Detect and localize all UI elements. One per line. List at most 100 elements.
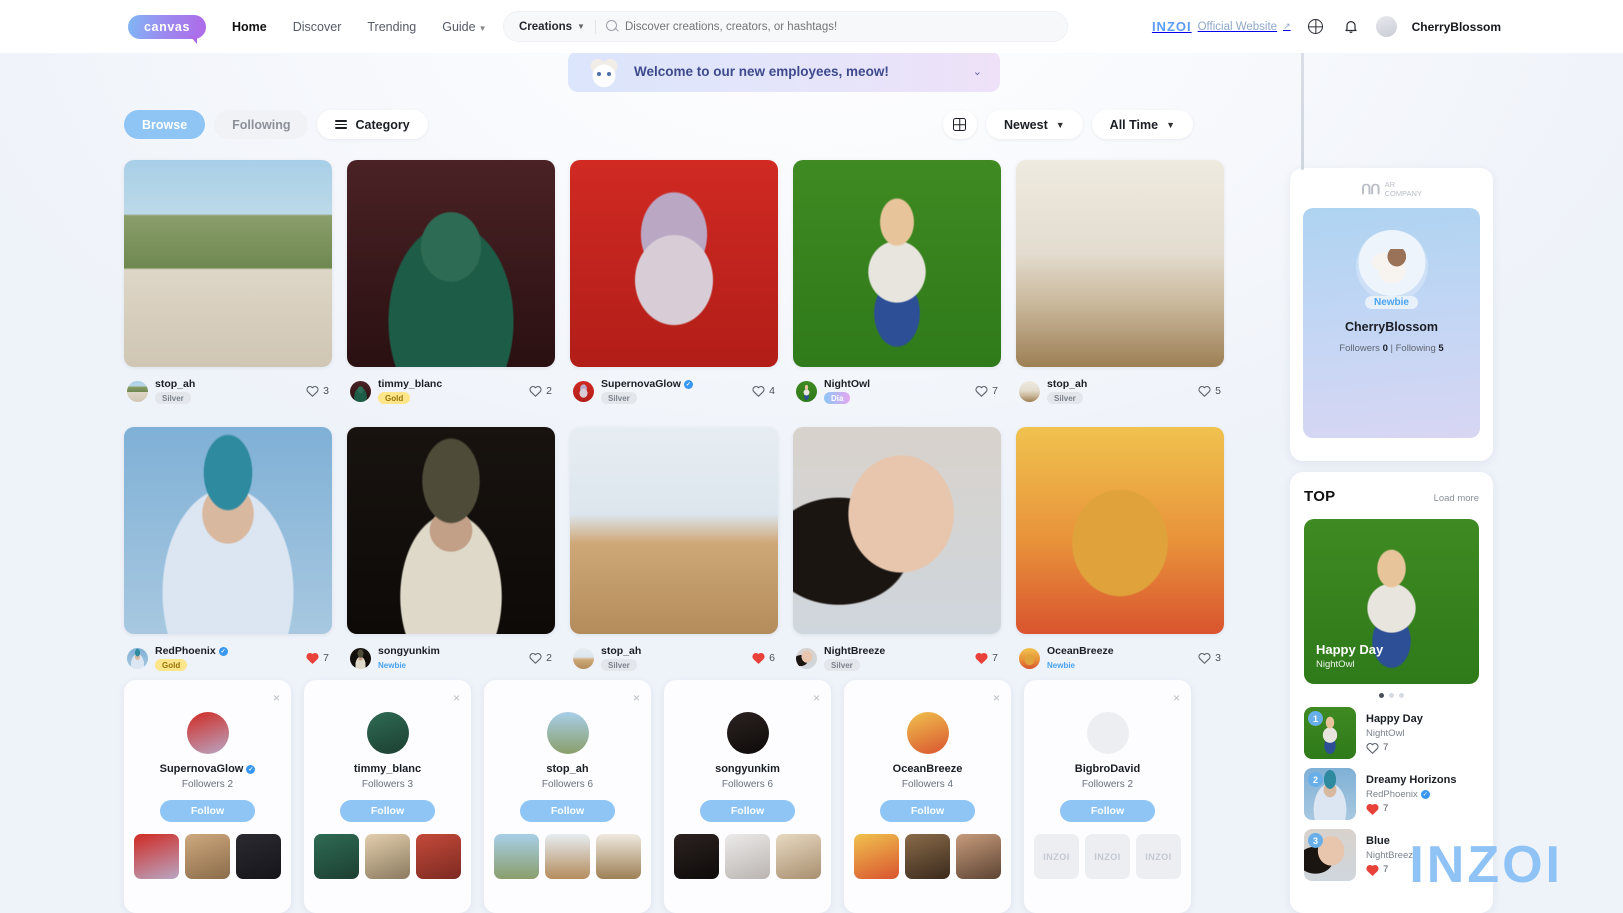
- nav-item-trending[interactable]: Trending: [367, 20, 416, 34]
- nav-item-discover[interactable]: Discover: [293, 20, 342, 34]
- ranking-like-counter[interactable]: 7: [1366, 803, 1456, 815]
- creator-mini-thumbnail[interactable]: [416, 834, 461, 879]
- canvas-logo[interactable]: canvas: [128, 14, 206, 44]
- creator-avatar[interactable]: [1019, 647, 1040, 669]
- creator-username[interactable]: SupernovaGlow ✓: [601, 378, 693, 390]
- suggested-creator-card[interactable]: × songyunkim Followers 6 Follow: [664, 680, 831, 913]
- search-scope-dropdown[interactable]: Creations ▼: [504, 21, 585, 33]
- creator-mini-thumbnail[interactable]: [725, 834, 770, 879]
- creator-username[interactable]: NightOwl: [824, 378, 870, 390]
- dismiss-suggestion-button[interactable]: ×: [1173, 691, 1180, 705]
- creator-mini-thumbnail[interactable]: [674, 834, 719, 879]
- creation-card[interactable]: songyunkim Newbie 2: [347, 427, 555, 673]
- creator-mini-thumbnail[interactable]: [365, 834, 410, 879]
- follow-button[interactable]: Follow: [880, 800, 975, 822]
- creator-mini-thumbnail[interactable]: [854, 834, 899, 879]
- creation-thumbnail[interactable]: [124, 427, 332, 634]
- creator-username[interactable]: NightBreeze: [824, 645, 885, 657]
- suggested-creator-avatar[interactable]: [546, 712, 589, 754]
- suggested-creator-avatar[interactable]: [186, 712, 229, 754]
- suggested-creator-avatar[interactable]: [1086, 712, 1129, 754]
- like-counter[interactable]: 2: [529, 385, 552, 397]
- dismiss-suggestion-button[interactable]: ×: [633, 691, 640, 705]
- like-counter[interactable]: 2: [529, 652, 552, 664]
- follow-button[interactable]: Follow: [520, 800, 615, 822]
- tab-following[interactable]: Following: [214, 110, 309, 139]
- avatar[interactable]: [1375, 16, 1397, 37]
- dismiss-suggestion-button[interactable]: ×: [453, 691, 460, 705]
- tab-browse[interactable]: Browse: [124, 110, 206, 139]
- creator-mini-thumbnail[interactable]: [905, 834, 950, 879]
- ranking-thumbnail[interactable]: 1: [1304, 707, 1356, 759]
- creation-card[interactable]: stop_ah Silver 3: [124, 160, 332, 406]
- creator-username[interactable]: stop_ah: [155, 378, 195, 390]
- like-counter[interactable]: 3: [1198, 652, 1221, 664]
- creator-mini-thumbnail[interactable]: [494, 834, 539, 879]
- ranking-list-item[interactable]: 1 Happy Day NightOwl 7: [1304, 707, 1479, 759]
- creation-thumbnail[interactable]: [793, 427, 1001, 634]
- creator-avatar[interactable]: [1019, 380, 1040, 402]
- ranking-like-counter[interactable]: 7: [1366, 742, 1423, 754]
- like-counter[interactable]: 7: [975, 652, 998, 664]
- creator-avatar[interactable]: [796, 380, 817, 402]
- dismiss-suggestion-button[interactable]: ×: [993, 691, 1000, 705]
- notifications-button[interactable]: [1341, 17, 1361, 37]
- creator-avatar[interactable]: [127, 647, 148, 669]
- creator-mini-thumbnail[interactable]: [545, 834, 590, 879]
- load-more-button[interactable]: Load more: [1434, 493, 1479, 504]
- creator-mini-thumbnail[interactable]: [314, 834, 359, 879]
- creator-avatar[interactable]: [350, 647, 371, 669]
- creator-mini-thumbnail[interactable]: INZOI: [1034, 834, 1079, 879]
- creation-thumbnail[interactable]: [1016, 160, 1224, 367]
- creator-avatar[interactable]: [350, 380, 371, 402]
- current-username[interactable]: CherryBlossom: [1412, 20, 1501, 34]
- creation-card[interactable]: stop_ah Silver 6: [570, 427, 778, 673]
- creation-thumbnail[interactable]: [1016, 427, 1224, 634]
- carousel-dot[interactable]: [1399, 693, 1404, 698]
- suggested-creator-card[interactable]: × OceanBreeze Followers 4 Follow: [844, 680, 1011, 913]
- ranking-thumbnail[interactable]: 3: [1304, 829, 1356, 881]
- suggested-creator-name[interactable]: songyunkim: [674, 763, 821, 775]
- follow-button[interactable]: Follow: [1060, 800, 1155, 822]
- search-bar[interactable]: Creations ▼: [503, 11, 1068, 42]
- grid-view-toggle[interactable]: [942, 110, 977, 139]
- creator-mini-thumbnail[interactable]: [236, 834, 281, 879]
- nav-item-home[interactable]: Home: [232, 20, 267, 34]
- creator-avatar[interactable]: [796, 647, 817, 669]
- dismiss-suggestion-button[interactable]: ×: [813, 691, 820, 705]
- top-hero-card[interactable]: Happy Day NightOwl: [1304, 519, 1479, 684]
- suggested-creator-card[interactable]: × SupernovaGlow ✓ Followers 2 Follow: [124, 680, 291, 913]
- ranking-author[interactable]: RedPhoenix ✓: [1366, 789, 1456, 800]
- creator-username[interactable]: stop_ah: [601, 645, 641, 657]
- inzoi-official-website-link[interactable]: INZOI Official Website ↗: [1152, 19, 1291, 34]
- suggested-creator-name[interactable]: SupernovaGlow ✓: [134, 763, 281, 775]
- creator-avatar[interactable]: [127, 380, 148, 402]
- creator-mini-thumbnail[interactable]: [956, 834, 1001, 879]
- ranking-list-item[interactable]: 3 Blue NightBreeze 7: [1304, 829, 1479, 881]
- category-button[interactable]: Category: [317, 110, 428, 139]
- creation-card[interactable]: NightOwl Dia 7: [793, 160, 1001, 406]
- creator-username[interactable]: OceanBreeze: [1047, 645, 1114, 657]
- user-profile-panel[interactable]: Newbie CherryBlossom Followers 0 | Follo…: [1303, 208, 1480, 439]
- creator-avatar[interactable]: [573, 647, 594, 669]
- creator-mini-thumbnail[interactable]: [134, 834, 179, 879]
- dismiss-suggestion-button[interactable]: ×: [273, 691, 280, 705]
- announcement-banner[interactable]: Welcome to our new employees, meow! ⌄: [568, 51, 1000, 92]
- creation-card[interactable]: timmy_blanc Gold 2: [347, 160, 555, 406]
- carousel-dots[interactable]: [1304, 693, 1479, 698]
- suggested-creator-card[interactable]: × BigbroDavid Followers 2 Follow INZOI INZOI I…: [1024, 680, 1191, 913]
- carousel-dot[interactable]: [1389, 693, 1394, 698]
- suggested-creator-card[interactable]: × timmy_blanc Followers 3 Follow: [304, 680, 471, 913]
- creation-thumbnail[interactable]: [570, 160, 778, 367]
- creation-thumbnail[interactable]: [124, 160, 332, 367]
- like-counter[interactable]: 6: [752, 652, 775, 664]
- nav-item-guide[interactable]: Guide ▼: [442, 20, 486, 34]
- creation-thumbnail[interactable]: [570, 427, 778, 634]
- creation-card[interactable]: OceanBreeze Newbie 3: [1016, 427, 1224, 673]
- ranking-list-item[interactable]: 2 Dreamy Horizons RedPhoenix ✓ 7: [1304, 768, 1479, 820]
- like-counter[interactable]: 4: [752, 385, 775, 397]
- creation-card[interactable]: stop_ah Silver 5: [1016, 160, 1224, 406]
- suggested-creator-name[interactable]: stop_ah: [494, 763, 641, 775]
- creation-thumbnail[interactable]: [347, 160, 555, 367]
- follow-button[interactable]: Follow: [700, 800, 795, 822]
